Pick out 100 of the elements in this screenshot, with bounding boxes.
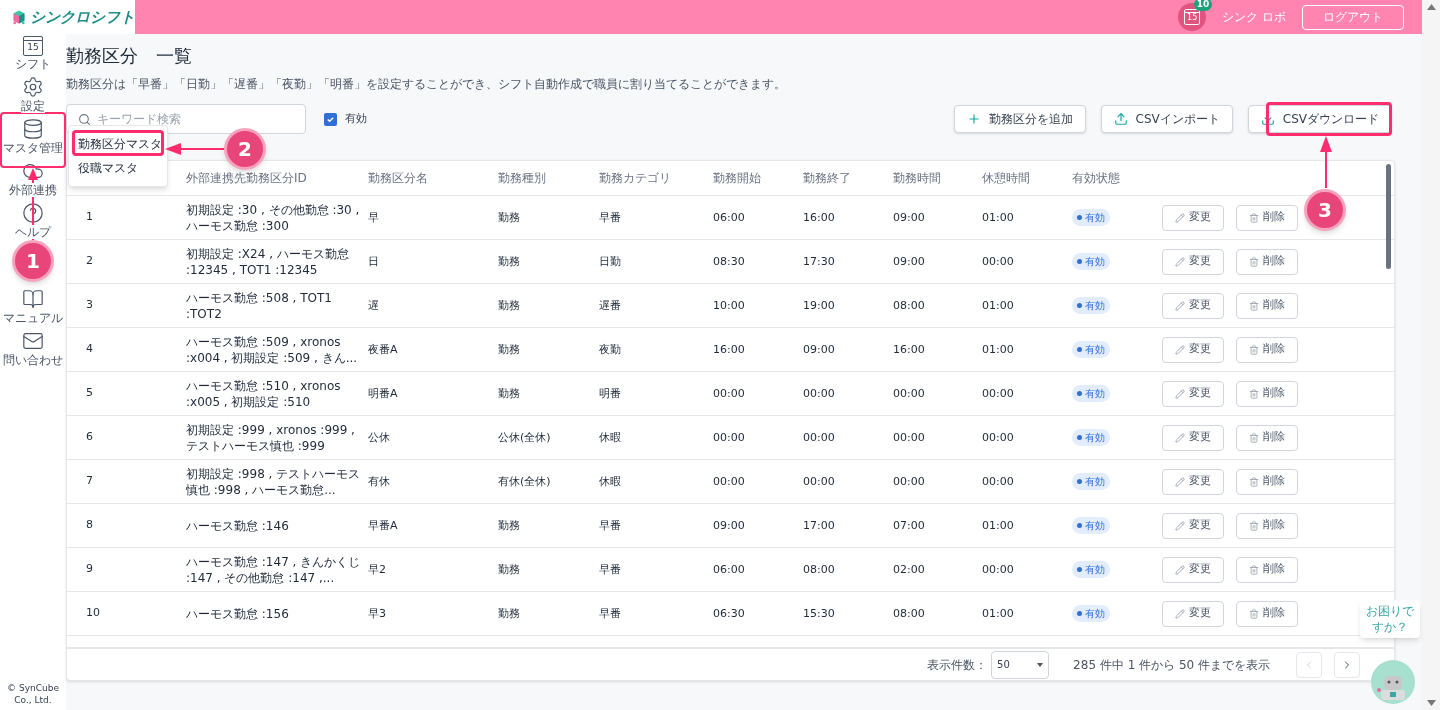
database-icon: [22, 118, 44, 140]
plus-icon: [966, 112, 981, 126]
edit-button[interactable]: 変更: [1162, 424, 1224, 451]
table-cell-text: 勤務: [498, 209, 521, 226]
table-cell-text: 00:00: [893, 473, 926, 490]
table-cell-text: 勤務: [498, 517, 521, 534]
status-badge: 有効: [1072, 341, 1110, 358]
table-cell: 4: [86, 342, 93, 356]
menu-item[interactable]: 勤務区分マスタ: [78, 134, 162, 154]
delete-button[interactable]: 削除: [1236, 468, 1298, 495]
table-cell-text: 09:00: [893, 209, 926, 226]
status-badge: 有効: [1072, 297, 1110, 314]
edit-button[interactable]: 変更: [1162, 336, 1224, 363]
status-badge: 有効: [1072, 517, 1110, 534]
table-cell-text: 17:00: [803, 517, 836, 534]
toolbar-button[interactable]: 勤務区分を追加: [953, 105, 1086, 133]
app-name: シンクロシフト: [30, 6, 135, 28]
pencil-icon: [1175, 388, 1185, 399]
table-cell-text: 勤務: [498, 561, 521, 578]
table-cell: 7: [86, 474, 93, 488]
delete-button[interactable]: 削除: [1236, 336, 1298, 363]
edit-button[interactable]: 変更: [1162, 248, 1224, 275]
edit-button[interactable]: 変更: [1162, 380, 1224, 407]
delete-button[interactable]: 削除: [1236, 424, 1298, 451]
pagination-summary: 285 件中 1 件から 50 件までを表示: [1073, 656, 1270, 674]
delete-button[interactable]: 削除: [1236, 380, 1298, 407]
toolbar-button[interactable]: CSVインポート: [1100, 105, 1233, 133]
menu-item[interactable]: 役職マスタ: [78, 158, 138, 178]
help-icon: [22, 202, 44, 224]
edit-button[interactable]: 変更: [1162, 512, 1224, 539]
column-header: 外部連携先勤務区分ID: [186, 170, 308, 187]
table-cell-text: 07:00: [893, 517, 926, 534]
delete-button[interactable]: 削除: [1236, 292, 1298, 319]
sidebar-item[interactable]: 問い合わせ: [3, 330, 63, 367]
status-badge: 有効: [1072, 253, 1110, 270]
table-cell-text: 初期設定 :30 , その他勤怠 :30 , ハーモス勤怠 :300: [186, 201, 361, 234]
table-cell-text: 19:00: [803, 297, 836, 314]
sidebar-item[interactable]: マニュアル: [3, 288, 63, 325]
table-scrollbar[interactable]: [1386, 164, 1391, 269]
table-cell-text: 初期設定 :998 , テストハーモス慎也 :998 , ハーモス勤怠...: [186, 465, 362, 498]
table-cell: 9: [86, 562, 93, 576]
table-cell-text: 15:30: [803, 605, 836, 622]
table-cell-text: 06:00: [713, 209, 746, 226]
sidebar-item[interactable]: ヘルプ: [15, 202, 51, 239]
column-header: 勤務区分名: [368, 170, 429, 187]
table-cell-text: 有休(全休): [498, 473, 552, 490]
edit-button[interactable]: 変更: [1162, 292, 1224, 319]
copyright-text: © SynCube Co., Ltd.: [6, 682, 60, 706]
table-cell-text: 09:00: [713, 517, 746, 534]
trash-icon: [1249, 212, 1259, 223]
sidebar-item[interactable]: 15 シフト: [15, 36, 51, 71]
table-cell-text: 早番: [599, 561, 622, 578]
table-cell: 3: [86, 298, 93, 312]
table-cell-text: ハーモス勤怠 :147 , きんかくじ :147 , その他勤怠 :147 ,...: [186, 553, 362, 586]
sidebar-item[interactable]: マスタ管理: [3, 118, 63, 155]
scroll-down-icon[interactable]: [1426, 700, 1436, 706]
table-cell-text: 早番A: [368, 517, 399, 534]
edit-button[interactable]: 変更: [1162, 556, 1224, 583]
pencil-icon: [1175, 476, 1185, 487]
table-cell-text: 01:00: [982, 297, 1015, 314]
table-cell-text: 01:00: [982, 209, 1015, 226]
scroll-up-icon[interactable]: [1426, 4, 1436, 10]
column-header: 勤務時間: [893, 170, 942, 187]
edit-button[interactable]: 変更: [1162, 600, 1224, 627]
delete-button[interactable]: 削除: [1236, 248, 1298, 275]
toolbar-button[interactable]: CSVダウンロード: [1247, 105, 1392, 133]
user-name: シンク ロボ: [1222, 9, 1286, 26]
table-cell-text: 10:00: [713, 297, 746, 314]
arrow: [1320, 136, 1332, 188]
table-cell: 1: [86, 210, 93, 224]
table-cell: 6: [86, 430, 93, 444]
robot-avatar-icon[interactable]: [1371, 660, 1415, 704]
delete-button[interactable]: 削除: [1236, 600, 1298, 627]
per-page-select[interactable]: 50: [991, 650, 1050, 679]
table-cell-text: 00:00: [713, 473, 746, 490]
pencil-icon: [1175, 564, 1185, 575]
settings-icon: [22, 76, 44, 98]
delete-button[interactable]: 削除: [1236, 556, 1298, 583]
delete-button[interactable]: 削除: [1236, 204, 1298, 231]
highlight-frame: [0, 112, 66, 168]
calendar-icon: 15: [23, 36, 43, 56]
trash-icon: [1249, 564, 1259, 575]
table-cell-text: 夜番A: [368, 341, 399, 358]
table-cell-text: 00:00: [982, 429, 1015, 446]
status-badge: 有効: [1072, 605, 1110, 622]
trash-icon: [1249, 300, 1259, 311]
edit-button[interactable]: 変更: [1162, 204, 1224, 231]
trash-icon: [1249, 476, 1259, 487]
delete-button[interactable]: 削除: [1236, 512, 1298, 539]
table-cell-text: 日: [368, 253, 380, 270]
sidebar-item[interactable]: 設定: [21, 76, 45, 113]
pencil-icon: [1175, 520, 1185, 531]
table-cell-text: 勤務: [498, 605, 521, 622]
table-cell-text: 09:00: [803, 341, 836, 358]
table-cell: 5: [86, 386, 93, 400]
table-cell-text: 00:00: [893, 385, 926, 402]
per-page-label: 表示件数：: [927, 656, 988, 674]
edit-button[interactable]: 変更: [1162, 468, 1224, 495]
active-checkbox[interactable]: [324, 112, 337, 126]
column-header: 勤務カテゴリ: [599, 170, 672, 187]
